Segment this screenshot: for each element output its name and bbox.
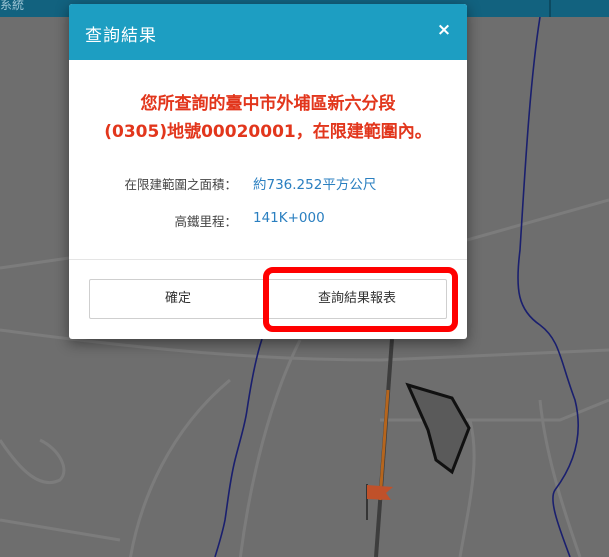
- area-label: 在限建範圍之面積：: [124, 177, 237, 192]
- close-icon[interactable]: ×: [432, 18, 456, 42]
- dialog-header: 查詢結果 ×: [69, 4, 467, 60]
- mileage-label: 高鐵里程：: [174, 214, 237, 229]
- app-title-fragment: 系統: [0, 0, 25, 12]
- query-result-dialog: 查詢結果 × 您所查詢的臺中市外埔區新六分段 (0305)地號00020001，…: [69, 4, 467, 339]
- mileage-value: 141K+000: [253, 210, 325, 226]
- area-value: 約736.252平方公尺: [253, 177, 377, 193]
- dialog-title: 查詢結果: [85, 26, 157, 46]
- footer-divider: [69, 259, 467, 260]
- query-report-button[interactable]: 查詢結果報表: [267, 279, 447, 319]
- result-message-line2: (0305)地號00020001，在限建範圍內。: [104, 122, 432, 142]
- confirm-button[interactable]: 確定: [89, 279, 267, 319]
- top-bar-divider: [549, 0, 551, 17]
- result-message-line1: 您所查詢的臺中市外埔區新六分段: [140, 94, 396, 114]
- result-message: 您所查詢的臺中市外埔區新六分段 (0305)地號00020001，在限建範圍內。: [69, 90, 467, 146]
